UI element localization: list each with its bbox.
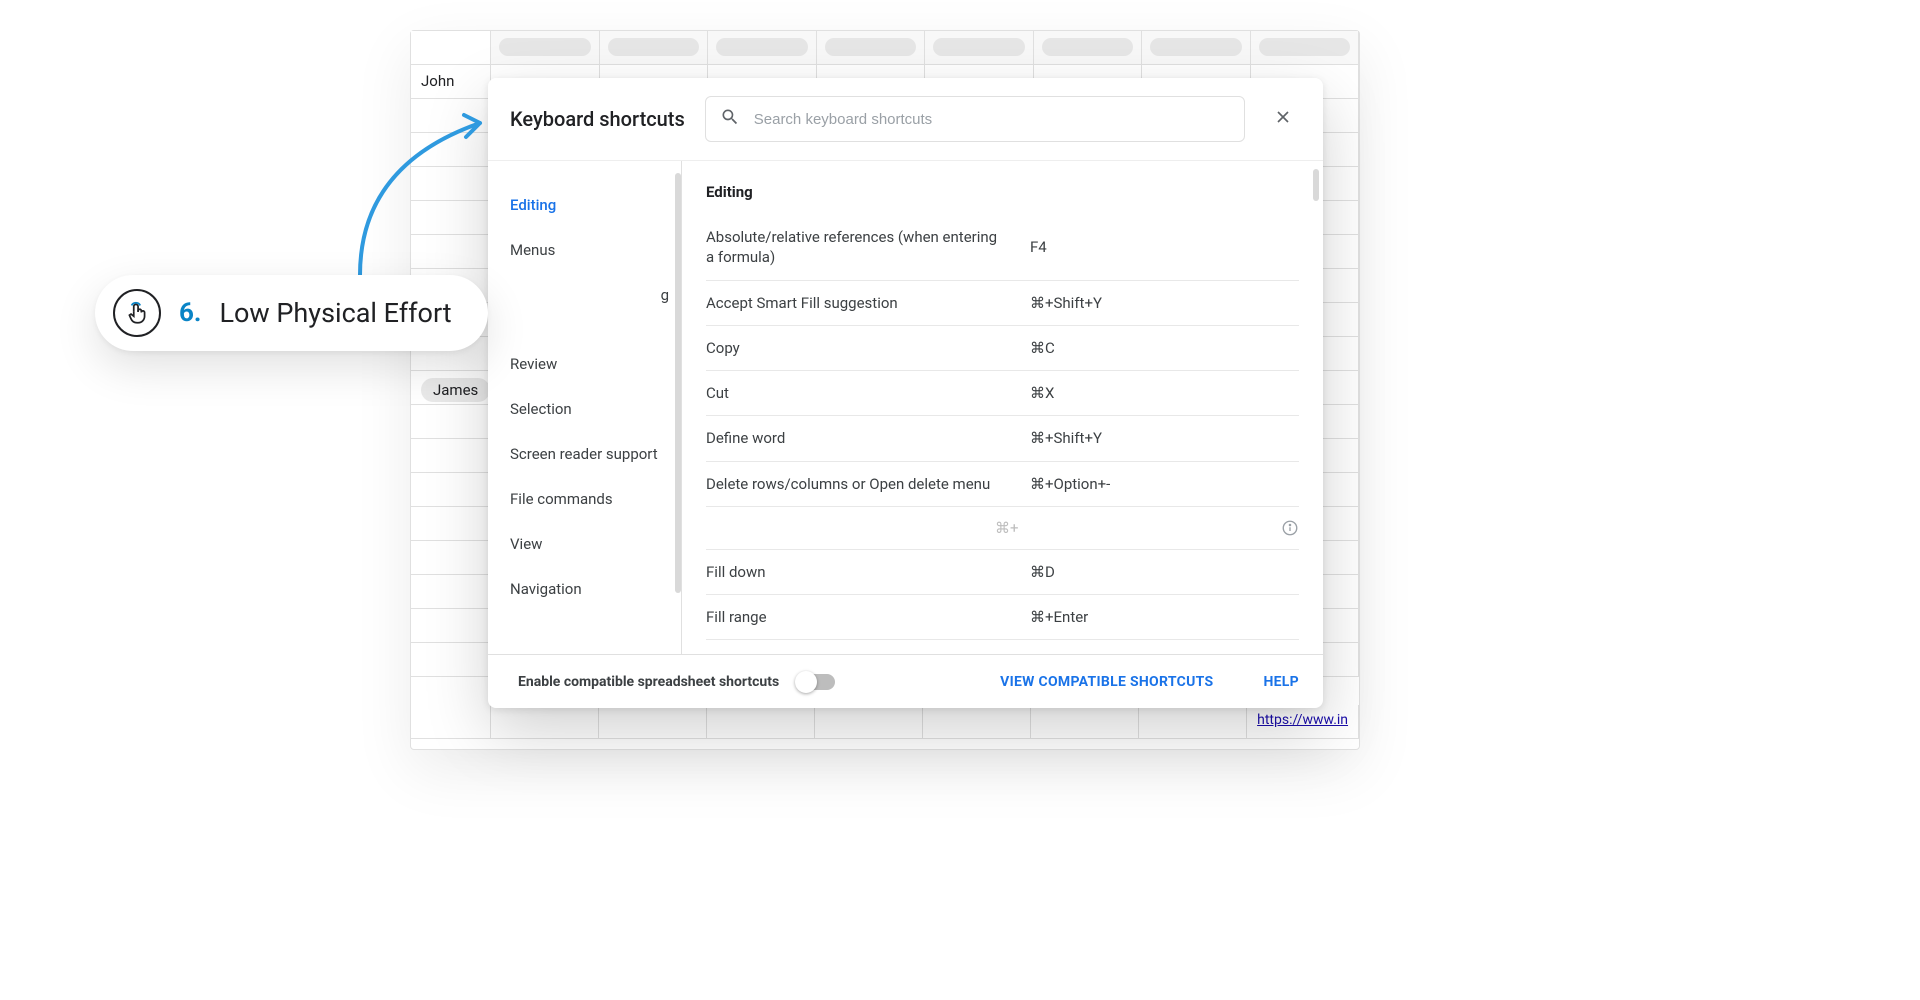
shortcut-keys: ⌘+Enter [1030, 608, 1290, 626]
shortcut-keys: ⌘D [1030, 563, 1290, 581]
shortcut-label: Absolute/relative references (when enter… [706, 227, 1006, 268]
sidebar-item-file-commands[interactable]: File commands [510, 477, 681, 522]
shortcut-keys: ⌘C [1030, 339, 1290, 357]
shortcut-row: Define word ⌘+Shift+Y [706, 416, 1299, 461]
col-header [1251, 31, 1360, 64]
sidebar-scrollbar[interactable] [675, 173, 681, 593]
col-header [1142, 31, 1251, 64]
sheet-corner [411, 31, 491, 64]
keyboard-shortcuts-dialog: Keyboard shortcuts Editing Menus g Revie… [488, 78, 1323, 708]
col-header [925, 31, 1034, 64]
shortcut-label: Fill down [706, 562, 1006, 582]
section-heading: Editing [706, 183, 1299, 201]
sidebar-item-navigation[interactable]: Navigation [510, 567, 681, 612]
shortcut-label: Define word [706, 428, 1006, 448]
shortcut-row: Cut ⌘X [706, 371, 1299, 416]
col-header [708, 31, 817, 64]
sidebar-item-data[interactable] [510, 318, 681, 342]
col-header [491, 31, 600, 64]
close-icon [1273, 107, 1293, 131]
callout-text: Low Physical Effort [219, 297, 451, 329]
shortcut-row: Copy ⌘C [706, 326, 1299, 371]
sidebar-item-menus[interactable]: Menus [510, 228, 681, 273]
shortcut-row: ⌘+ [706, 507, 1299, 550]
dialog-title: Keyboard shortcuts [510, 107, 685, 131]
shortcut-label: Fill range [706, 607, 1006, 627]
shortcut-label: Fill right [706, 652, 1006, 654]
close-button[interactable] [1265, 101, 1301, 137]
principle-callout: 6. Low Physical Effort [95, 275, 488, 351]
col-header [817, 31, 926, 64]
compatible-shortcuts-toggle[interactable] [797, 674, 835, 690]
category-sidebar: Editing Menus g Review Selection Screen … [488, 161, 682, 654]
sheet-cell-name[interactable]: James [411, 371, 491, 404]
shortcut-keys: ⌘+Shift+Y [1030, 429, 1290, 447]
shortcut-row: Delete rows/columns or Open delete menu … [706, 462, 1299, 507]
dialog-header: Keyboard shortcuts [488, 78, 1323, 161]
col-header [1034, 31, 1143, 64]
link-cell[interactable]: https://www.in [1247, 705, 1359, 738]
sidebar-item-screen-reader[interactable]: Screen reader support [510, 432, 681, 477]
shortcut-list: Editing Absolute/relative references (wh… [682, 161, 1323, 654]
shortcut-keys-disabled: ⌘+ [995, 519, 1255, 537]
sidebar-item-formatting[interactable]: g [510, 273, 681, 318]
content-scrollbar[interactable] [1313, 169, 1319, 201]
view-compatible-link[interactable]: VIEW COMPATIBLE SHORTCUTS [1000, 674, 1213, 690]
shortcut-row: Accept Smart Fill suggestion ⌘+Shift+Y [706, 281, 1299, 326]
sidebar-item-view[interactable]: View [510, 522, 681, 567]
shortcut-row: Fill down ⌘D [706, 550, 1299, 595]
sheet-cell[interactable]: John [411, 65, 491, 98]
help-link[interactable]: HELP [1263, 674, 1299, 690]
sidebar-item-review[interactable]: Review [510, 342, 681, 387]
shortcut-label: Copy [706, 338, 1006, 358]
col-header [600, 31, 709, 64]
shortcut-row: Fill right ⌘R [706, 640, 1299, 654]
search-icon [720, 107, 740, 131]
shortcut-keys: ⌘+Shift+Y [1030, 294, 1290, 312]
sheet-column-headers [411, 31, 1359, 65]
search-input[interactable] [754, 111, 1230, 128]
shortcut-keys: ⌘R [1030, 653, 1290, 654]
shortcut-label: Delete rows/columns or Open delete menu [706, 474, 1006, 494]
shortcut-keys: F4 [1030, 238, 1290, 256]
toggle-label: Enable compatible spreadsheet shortcuts [518, 674, 779, 690]
shortcut-row: Fill range ⌘+Enter [706, 595, 1299, 640]
shortcut-label: Cut [706, 383, 1006, 403]
search-box[interactable] [705, 96, 1245, 142]
tap-icon [113, 289, 161, 337]
shortcut-keys: ⌘X [1030, 384, 1290, 402]
dialog-footer: Enable compatible spreadsheet shortcuts … [488, 654, 1323, 708]
callout-number: 6. [179, 298, 201, 328]
shortcut-label: Accept Smart Fill suggestion [706, 293, 1006, 313]
sidebar-item-editing[interactable]: Editing [510, 183, 681, 228]
sidebar-item-selection[interactable]: Selection [510, 387, 681, 432]
shortcut-row: Absolute/relative references (when enter… [706, 215, 1299, 281]
info-icon[interactable] [1279, 519, 1299, 537]
shortcut-keys: ⌘+Option+- [1030, 475, 1290, 493]
